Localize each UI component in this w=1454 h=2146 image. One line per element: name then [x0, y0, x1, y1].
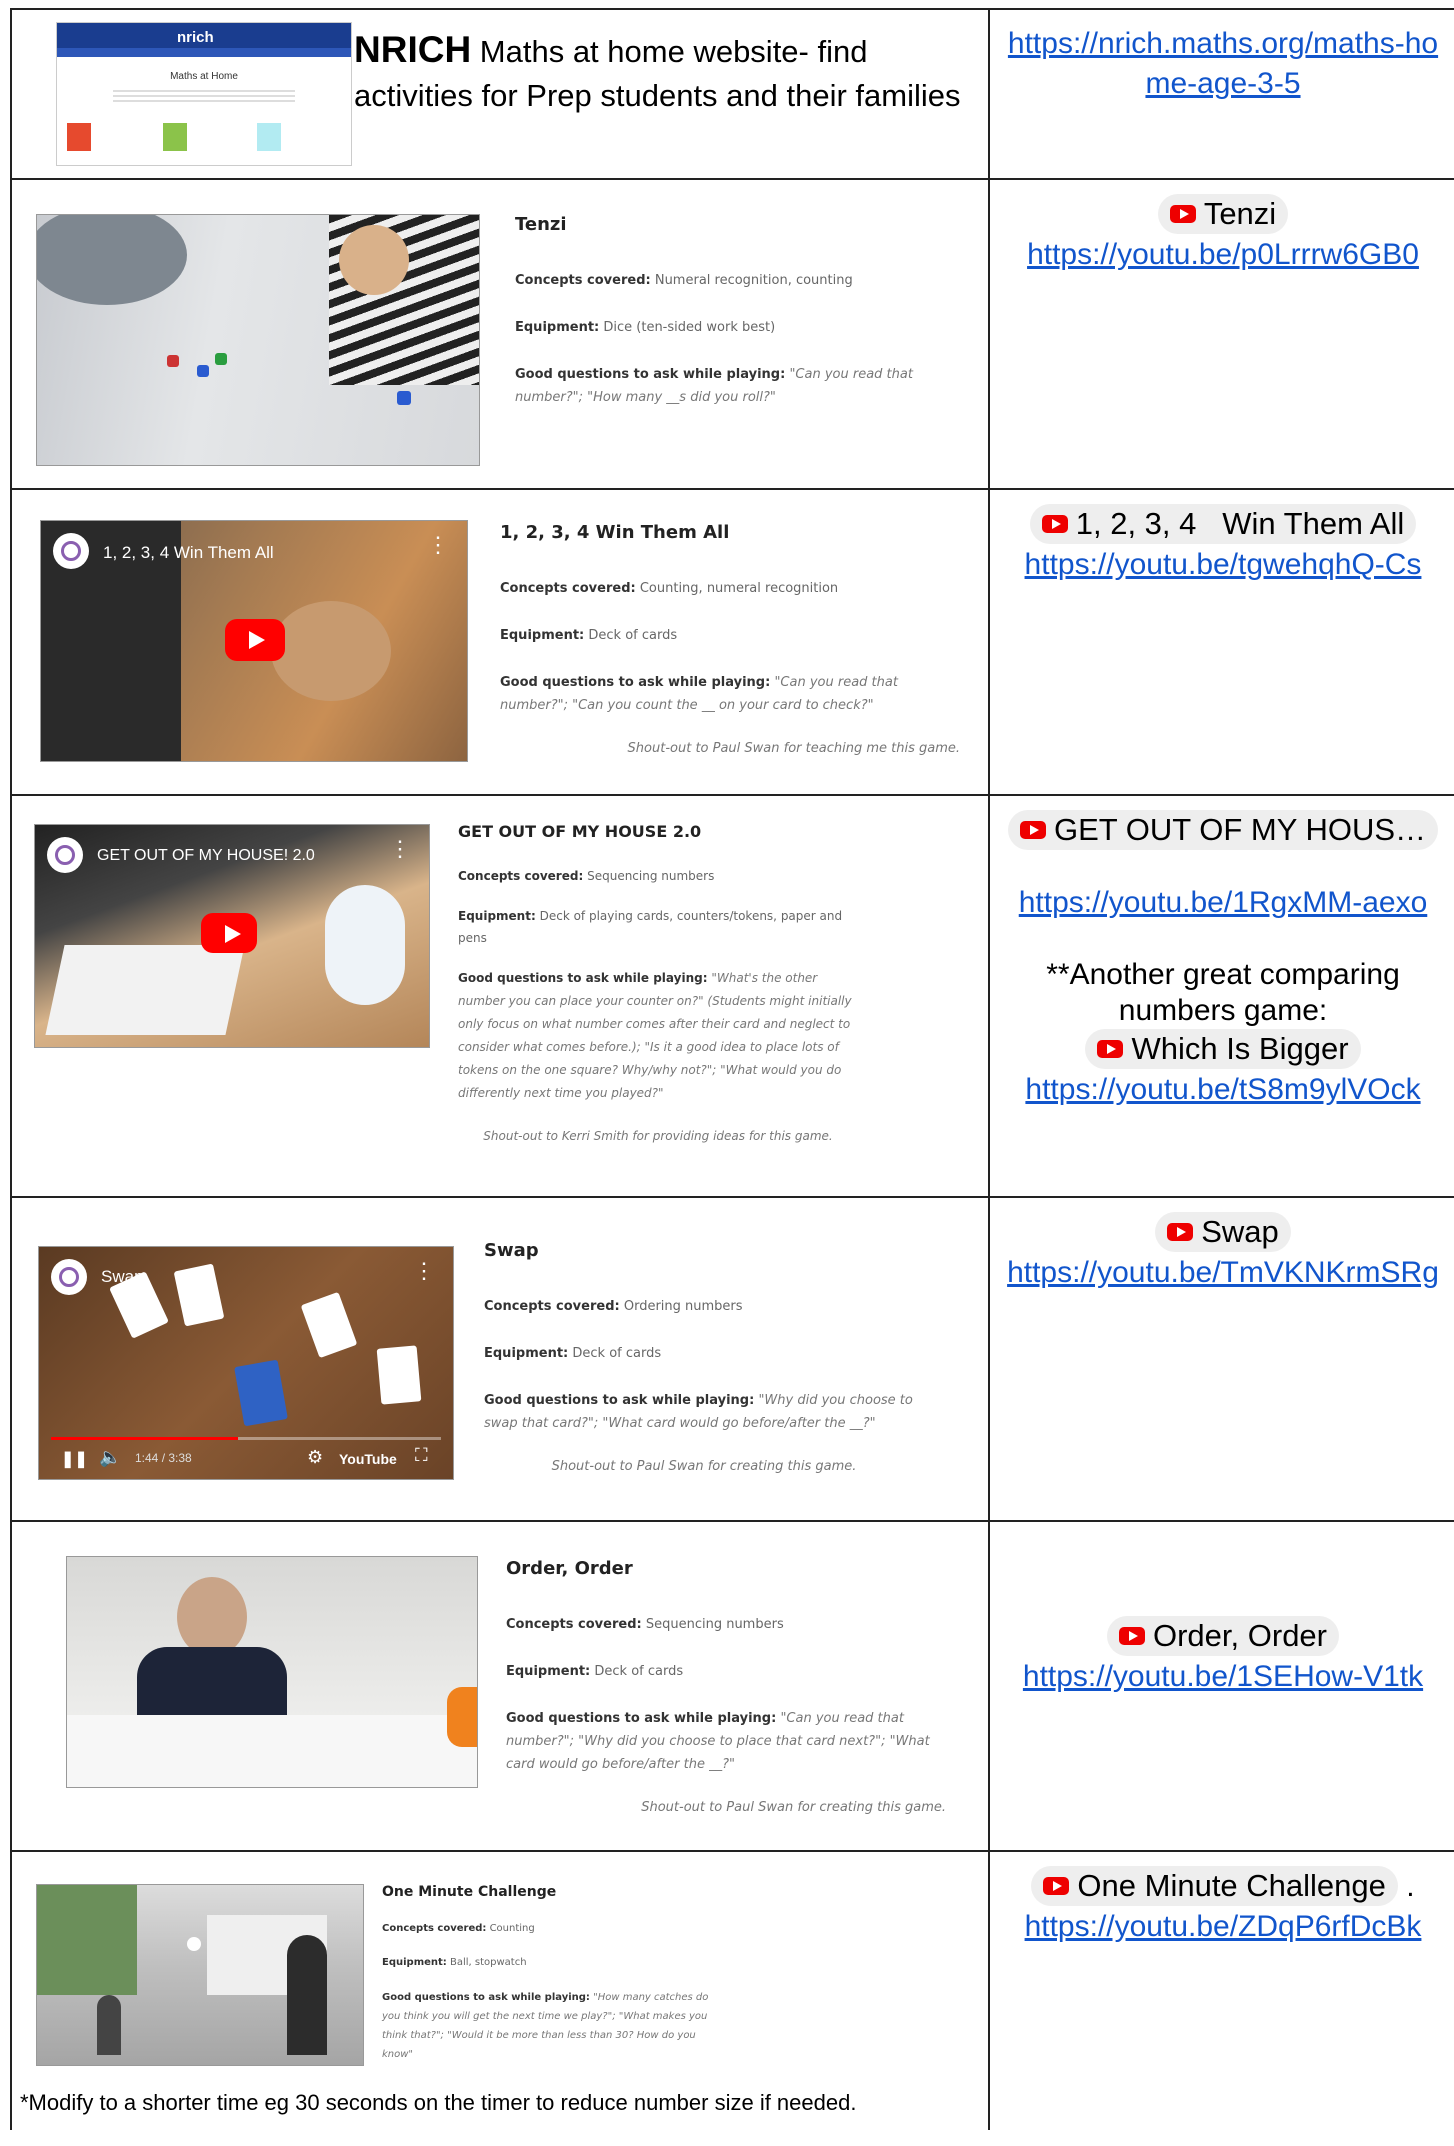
video-progress-bar[interactable] — [51, 1437, 441, 1440]
good-questions: Good questions to ask while playing: "Ca… — [506, 1711, 930, 1772]
video-link[interactable]: https://youtu.be/TmVKNKrmSRg — [992, 1253, 1454, 1293]
note-text: **Another great comparing numbers game: — [1046, 958, 1400, 1027]
equipment: Equipment: Deck of playing cards, counte… — [458, 909, 843, 945]
equipment: Equipment: Deck of cards — [506, 1664, 684, 1679]
table-row: One Minute Challenge Concepts covered: C… — [10, 1850, 1454, 2132]
volume-icon[interactable]: 🔈 — [99, 1447, 121, 1468]
channel-logo-icon — [47, 837, 83, 873]
youtube-icon — [1167, 1223, 1194, 1241]
equipment: Equipment: Deck of cards — [500, 628, 678, 643]
table-row: Order, Order Concepts covered: Sequencin… — [10, 1520, 1454, 1852]
nrich-title: NRICH — [354, 29, 472, 70]
video-link[interactable]: https://youtu.be/tS8m9ylVOck — [1025, 1073, 1420, 1106]
nrich-website-thumbnail: nrich Maths at Home — [56, 22, 352, 166]
pause-icon[interactable]: ❚❚ — [61, 1449, 88, 1469]
one-minute-challenge-photo — [36, 1884, 364, 2066]
game-title: Order, Order — [506, 1558, 633, 1579]
youtube-chip[interactable]: Swap — [1155, 1212, 1291, 1252]
nrich-link[interactable]: https://nrich.maths.org/maths-home-age-3… — [992, 24, 1454, 104]
table-row: Tenzi Concepts covered: Numeral recognit… — [10, 178, 1454, 490]
game-title: Tenzi — [515, 214, 567, 235]
nrich-description: NRICH Maths at home website- find activi… — [354, 29, 961, 113]
good-questions: Good questions to ask while playing: "Ca… — [500, 675, 898, 713]
concepts-covered: Concepts covered: Sequencing numbers — [506, 1617, 784, 1632]
video-link[interactable]: https://youtu.be/tgwehqhQ-Cs — [1025, 548, 1422, 581]
shout-out: Shout-out to Kerri Smith for providing i… — [483, 1129, 833, 1143]
equipment: Equipment: Dice (ten-sided work best) — [515, 320, 776, 335]
play-button-icon[interactable] — [201, 913, 257, 953]
video-link[interactable]: https://youtu.be/p0Lrrrw6GB0 — [1027, 238, 1419, 271]
concepts-covered: Concepts covered: Sequencing numbers — [458, 869, 715, 883]
concepts-covered: Concepts covered: Counting, numeral reco… — [500, 581, 839, 596]
video-thumbnail[interactable]: GET OUT OF MY HOUSE! 2.0 ⋮ — [34, 824, 430, 1048]
youtube-icon — [1019, 821, 1046, 839]
equipment: Equipment: Deck of cards — [484, 1346, 662, 1361]
youtube-icon — [1043, 1877, 1070, 1895]
game-title: GET OUT OF MY HOUSE 2.0 — [458, 822, 702, 841]
channel-logo-icon — [53, 533, 89, 569]
nrich-logo: nrich — [177, 29, 214, 46]
youtube-icon — [1119, 1627, 1145, 1645]
shout-out: Shout-out to Paul Swan for teaching me t… — [627, 741, 960, 756]
game-title: Swap — [484, 1240, 539, 1261]
good-questions: Good questions to ask while playing: "Wh… — [458, 971, 852, 1100]
youtube-chip[interactable]: Which Is Bigger — [1085, 1029, 1361, 1069]
play-button-icon[interactable] — [225, 619, 285, 661]
table-row: nrich Maths at Home NRICH Maths at home … — [10, 8, 1454, 180]
settings-gear-icon[interactable]: ⚙ — [307, 1447, 323, 1468]
equipment: Equipment: Ball, stopwatch — [382, 1957, 527, 1968]
game-title: One Minute Challenge — [382, 1884, 557, 1900]
shout-out: Shout-out to Paul Swan for creating this… — [551, 1459, 857, 1474]
video-time: 1:44 / 3:38 — [135, 1451, 192, 1465]
video-title: Swap — [101, 1267, 144, 1286]
table-row: GET OUT OF MY HOUSE! 2.0 ⋮ GET OUT OF MY… — [10, 794, 1454, 1198]
youtube-brand[interactable]: YouTube — [339, 1451, 397, 1467]
youtube-icon — [1041, 515, 1068, 533]
tenzi-photo — [36, 214, 480, 466]
more-options-icon[interactable]: ⋮ — [427, 534, 449, 556]
channel-logo-icon — [51, 1259, 87, 1295]
more-options-icon[interactable]: ⋮ — [389, 838, 411, 860]
order-order-photo — [66, 1556, 478, 1788]
concepts-covered: Concepts covered: Numeral recognition, c… — [515, 273, 853, 288]
concepts-covered: Concepts covered: Counting — [382, 1923, 535, 1934]
good-questions: Good questions to ask while playing: "Wh… — [484, 1393, 913, 1431]
concepts-covered: Concepts covered: Ordering numbers — [484, 1299, 743, 1314]
footnote: *Modify to a shorter time eg 30 seconds … — [20, 2090, 857, 2115]
video-thumbnail[interactable]: 1, 2, 3, 4 Win Them All ⋮ — [40, 520, 468, 762]
video-thumbnail[interactable]: Swap ⋮ ❚❚ 🔈 1:44 / 3:38 ⚙ YouTube ⛶ — [38, 1246, 454, 1480]
nrich-page-heading: Maths at Home — [170, 71, 238, 82]
shout-out: Shout-out to Paul Swan for creating this… — [641, 1800, 946, 1815]
youtube-chip[interactable]: GET OUT OF MY HOUS… — [1007, 810, 1439, 850]
youtube-chip[interactable]: One Minute Challenge — [1031, 1866, 1398, 1906]
fullscreen-icon[interactable]: ⛶ — [415, 1445, 428, 1466]
video-title: 1, 2, 3, 4 Win Them All — [103, 543, 274, 562]
youtube-chip[interactable]: 1, 2, 3, 4 Win Them All — [1029, 504, 1417, 544]
good-questions: Good questions to ask while playing: "Ho… — [382, 1992, 709, 2060]
table-row: 1, 2, 3, 4 Win Them All ⋮ 1, 2, 3, 4 Win… — [10, 488, 1454, 796]
more-options-icon[interactable]: ⋮ — [413, 1260, 435, 1282]
good-questions: Good questions to ask while playing: "Ca… — [515, 367, 913, 405]
video-link[interactable]: https://youtu.be/ZDqP6rfDcBk — [1025, 1910, 1422, 1943]
youtube-chip[interactable]: Order, Order — [1107, 1616, 1339, 1656]
youtube-chip[interactable]: Tenzi — [1157, 194, 1289, 234]
table-row: Swap ⋮ ❚❚ 🔈 1:44 / 3:38 ⚙ YouTube ⛶ Swap… — [10, 1196, 1454, 1522]
youtube-icon — [1169, 205, 1196, 223]
video-link[interactable]: https://youtu.be/1RgxMM-aexo — [1019, 886, 1428, 919]
video-link[interactable]: https://youtu.be/1SEHow-V1tk — [1023, 1660, 1423, 1693]
game-title: 1, 2, 3, 4 Win Them All — [500, 522, 730, 543]
youtube-icon — [1097, 1040, 1124, 1058]
video-title: GET OUT OF MY HOUSE! 2.0 — [97, 847, 315, 864]
